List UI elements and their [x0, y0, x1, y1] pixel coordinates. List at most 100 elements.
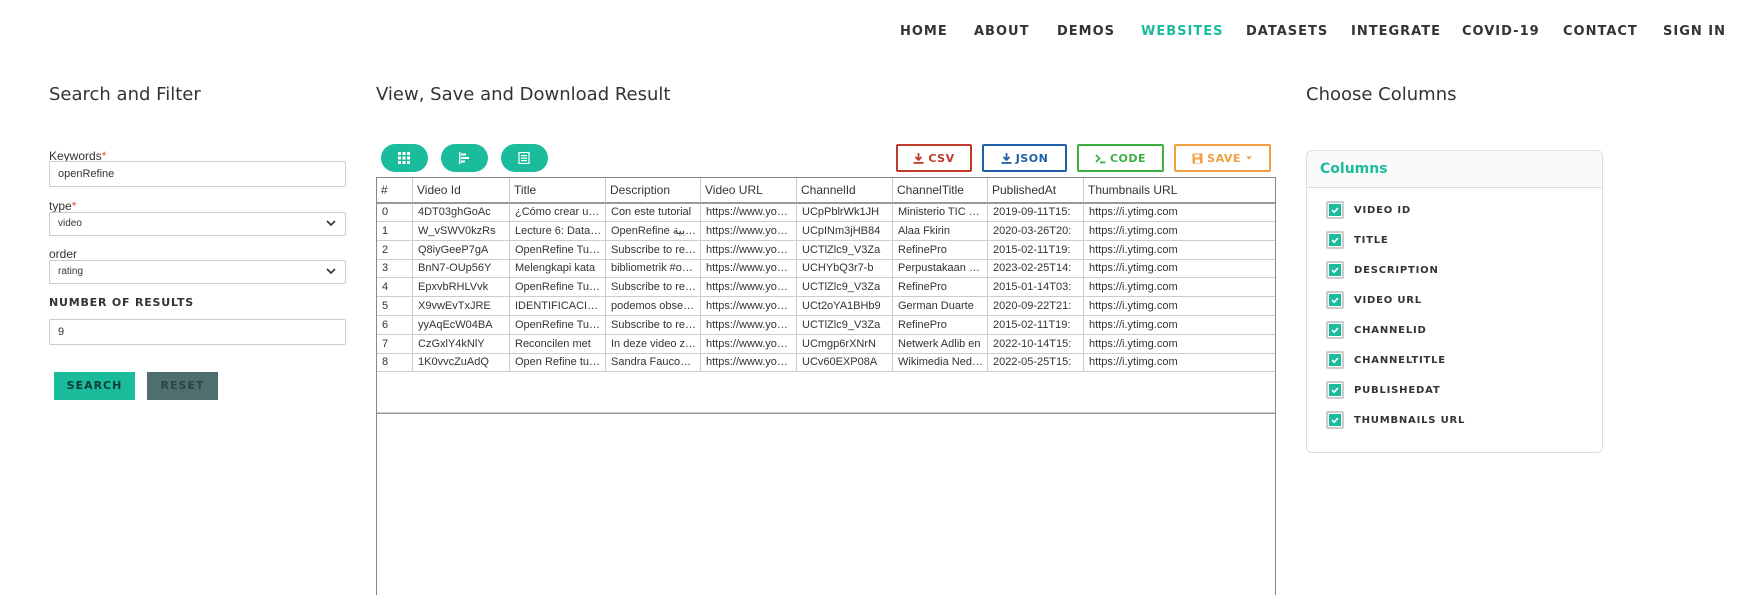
list-view-button[interactable] — [501, 144, 548, 172]
col-channel-id-cell: UCmgp6rXNrN — [797, 334, 893, 354]
col-video-url-cell: https://www.youtube.com — [701, 353, 797, 373]
csv-button[interactable]: CSV — [896, 144, 972, 172]
col-channel-title-header[interactable]: ChannelTitle — [893, 178, 988, 202]
save-dropdown-button[interactable]: SAVE — [1174, 144, 1271, 172]
col-channel-title-cell: RefinePro — [893, 278, 988, 298]
table-row[interactable]: 1W_vSWV0kzRsLecture 6: Data CleaningOpen… — [377, 221, 1275, 241]
col-published-at-cell: 2015-01-14T03: — [988, 278, 1084, 298]
col-description-header[interactable]: Description — [606, 178, 701, 202]
col-index-cell: 6 — [377, 315, 413, 335]
table-header: # Video Id Title Description Video URL Channe… — [377, 178, 1275, 204]
col-video-url-cell: https://www.youtube.com — [701, 240, 797, 260]
table-row[interactable]: 4 EpxvbRHLVvk OpenRefine Tutorial Subscribe… — [377, 278, 1275, 298]
nav-covid-19[interactable]: COVID-19 — [1462, 24, 1540, 39]
caret-down-icon — [1245, 156, 1252, 160]
column-checkbox[interactable] — [1326, 201, 1344, 219]
search-button[interactable]: SEARCH — [54, 372, 135, 400]
col-channel-title-cell: Perpustakaan FKIP — [893, 259, 988, 279]
col-index-cell: 8 — [377, 353, 413, 373]
keywords-input[interactable]: openRefine — [49, 161, 346, 187]
col-video-url-header[interactable]: Video URL — [701, 178, 797, 202]
floppy-disk-icon — [1192, 153, 1203, 163]
json-button[interactable]: JSON — [982, 144, 1067, 172]
col-thumbnails-url-cell: https://i.ytimg.com — [1084, 335, 1275, 354]
col-description-cell: bibliometrik #openrefine — [606, 259, 701, 279]
column-option[interactable]: VIDEO URL — [1326, 290, 1422, 310]
col-video-url-cell: https://www.youtube.com — [701, 203, 797, 222]
col-index-cell: 3 — [377, 259, 413, 279]
col-title-header[interactable]: Title — [510, 178, 606, 202]
nav-websites[interactable]: WEBSITES — [1141, 24, 1223, 39]
col-video-id-cell: W_vSWV0kzRs — [413, 221, 510, 241]
col-index-header[interactable]: # — [377, 178, 413, 202]
column-option[interactable]: PUBLISHEDAT — [1326, 380, 1440, 400]
column-option[interactable]: DESCRIPTION — [1326, 260, 1439, 280]
checkmark-icon — [1329, 264, 1341, 276]
nav-about[interactable]: ABOUT — [974, 24, 1029, 39]
list-view-icon — [518, 152, 530, 164]
column-checkbox[interactable] — [1326, 381, 1344, 399]
col-channel-id-cell: UCt2oYA1BHb9 — [797, 297, 893, 316]
column-checkbox[interactable] — [1326, 321, 1344, 339]
download-icon — [913, 152, 924, 164]
num-results-input[interactable]: 9 — [49, 319, 346, 345]
column-option[interactable]: TITLE — [1326, 230, 1389, 250]
table-row[interactable]: 8 1K0vvcZuAdQ Open Refine tutorial Sandra F… — [377, 353, 1275, 373]
col-video-url-cell: https://www.youtube.com — [701, 278, 797, 298]
column-checkbox[interactable] — [1326, 231, 1344, 249]
col-channel-id-header[interactable]: ChannelId — [797, 178, 893, 202]
checkmark-icon — [1329, 234, 1341, 246]
column-checkbox[interactable] — [1326, 261, 1344, 279]
column-option-label: CHANNELTITLE — [1354, 354, 1446, 366]
table-row[interactable]: 3 BnN7-OUp56Y Melengkapi kata bibliometrik … — [377, 259, 1275, 279]
nav-home[interactable]: HOME — [900, 24, 948, 39]
table-row[interactable]: 2 Q8iyGeeP7gA OpenRefine Tutorial Subscribe… — [377, 240, 1275, 260]
order-select[interactable]: rating — [49, 260, 346, 284]
col-video-id-header[interactable]: Video Id — [413, 178, 510, 202]
reset-button[interactable]: RESET — [147, 372, 218, 400]
column-option[interactable]: CHANNELID — [1326, 320, 1427, 340]
code-button[interactable]: CODE — [1077, 144, 1164, 172]
column-option[interactable]: CHANNELTITLE — [1326, 350, 1446, 370]
col-channel-title-cell: Ministerio TIC Colombia — [893, 203, 988, 222]
type-select[interactable]: video — [49, 212, 346, 236]
nav-demos[interactable]: DEMOS — [1057, 24, 1115, 39]
col-published-at-cell: 2020-09-22T21: — [988, 297, 1084, 316]
table-row[interactable]: 5 X9vwEvTxJRE IDENTIFICACIÓN podemos observ… — [377, 297, 1275, 316]
nav-sign-in[interactable]: SIGN IN — [1663, 24, 1726, 39]
nav-datasets[interactable]: DATASETS — [1246, 24, 1328, 39]
column-option-label: VIDEO URL — [1354, 294, 1422, 306]
col-thumbnails-url-header[interactable]: Thumbnails URL — [1084, 178, 1275, 202]
grid-view-icon — [398, 152, 410, 164]
nav-contact[interactable]: CONTACT — [1563, 24, 1638, 39]
col-title-cell: IDENTIFICACIÓN — [510, 297, 606, 316]
col-channel-title-cell: RefinePro — [893, 240, 988, 260]
columns-panel-header: Columns — [1307, 151, 1602, 188]
column-option[interactable]: VIDEO ID — [1326, 200, 1411, 220]
col-channel-id-cell: UCTlZlc9_V3Za — [797, 278, 893, 298]
grid-view-button[interactable] — [381, 144, 428, 172]
chevron-down-icon — [326, 220, 336, 227]
column-checkbox[interactable] — [1326, 351, 1344, 369]
chevron-down-icon — [326, 268, 336, 275]
table-empty-row — [377, 392, 1275, 413]
col-published-at-header[interactable]: PublishedAt — [988, 178, 1084, 202]
table-row[interactable]: 6 yyAqEcW04BA OpenRefine Tutorial Subscribe… — [377, 315, 1275, 335]
nav-integrate[interactable]: INTEGRATE — [1351, 24, 1441, 39]
checkmark-icon — [1329, 324, 1341, 336]
column-option[interactable]: THUMBNAILS URL — [1326, 410, 1465, 430]
column-checkbox[interactable] — [1326, 411, 1344, 429]
table-row[interactable]: 7 CzGxlY4kNlY Reconcilen met In deze video … — [377, 334, 1275, 354]
col-title-cell: OpenRefine Tutorial — [510, 240, 606, 260]
column-option-label: TITLE — [1354, 234, 1389, 246]
top-nav: HOME ABOUT DEMOS WEBSITES DATASETS INTEG… — [0, 0, 1754, 64]
table-row[interactable]: 04DT03ghGoAc¿Cómo crear un tutorialCon e… — [377, 203, 1275, 222]
column-checkbox[interactable] — [1326, 291, 1344, 309]
col-thumbnails-url-cell: https://i.ytimg.com — [1084, 203, 1275, 222]
col-thumbnails-url-cell: https://i.ytimg.com — [1084, 297, 1275, 316]
col-published-at-cell: 2022-10-14T15: — [988, 334, 1084, 354]
align-left-button[interactable] — [441, 144, 488, 172]
checkmark-icon — [1329, 414, 1341, 426]
col-title-cell: OpenRefine Tutorial — [510, 315, 606, 335]
col-video-id-cell: 1K0vvcZuAdQ — [413, 353, 510, 373]
